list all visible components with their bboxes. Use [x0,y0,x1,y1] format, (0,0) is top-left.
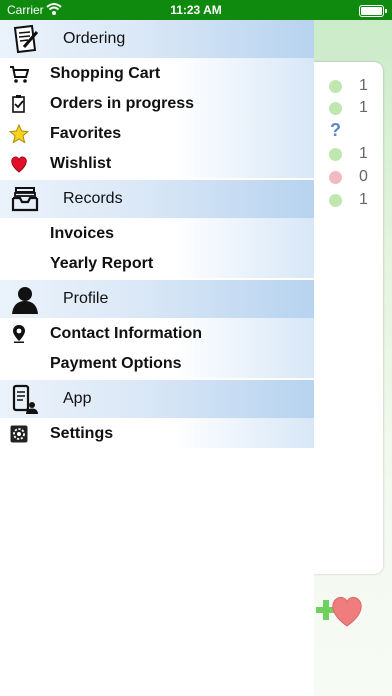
row-value: 1 [359,77,368,94]
background-row: 1 [327,77,377,95]
row-value: 0 [359,168,368,185]
add-to-wishlist-icon[interactable] [314,590,366,630]
location-pin-icon [9,324,29,344]
document-pen-icon [10,24,40,54]
status-dot-green [329,80,342,93]
menu-item-label: Contact Information [50,325,202,342]
phone-person-icon [10,384,40,414]
menu-item-label: Payment Options [50,355,182,372]
clipboard-check-icon [9,94,29,114]
star-icon [8,123,30,144]
menu-item-wishlist[interactable]: Wishlist [0,148,314,178]
section-label: App [63,390,92,407]
person-icon [10,284,40,314]
row-value: 1 [359,145,368,162]
menu-item-label: Yearly Report [50,255,154,272]
menu-item-label: Invoices [50,225,115,242]
menu-item-label: Shopping Cart [50,65,161,82]
battery-icon [359,5,387,17]
menu-item-favorites[interactable]: Favorites [0,118,314,148]
menu-item-orders-in-progress[interactable]: Orders in progress [0,88,314,118]
question-icon: ? [330,120,341,140]
cart-icon [9,64,30,84]
status-dot-green [329,148,342,161]
menu-item-settings[interactable]: Settings [0,418,314,448]
menu-item-contact-information[interactable]: Contact Information [0,318,314,348]
section-ordering: Ordering [0,20,314,58]
status-dot-red [329,171,342,184]
background-row: ? [327,120,377,140]
inbox-tray-icon [10,184,40,214]
gear-icon [9,424,29,444]
menu-item-label: Orders in progress [50,95,195,112]
menu-item-label: Settings [50,425,114,442]
section-label: Ordering [63,30,126,47]
section-app: App [0,380,314,418]
status-bar: Carrier 11:23 AM [0,0,392,20]
row-value: 1 [359,99,368,116]
menu-item-shopping-cart[interactable]: Shopping Cart [0,58,314,88]
side-menu: Ordering Shopping Cart Orders in progres… [0,20,314,696]
clock: 11:23 AM [170,3,222,17]
status-dot-green [329,102,342,115]
section-profile: Profile [0,280,314,318]
menu-item-payment-options[interactable]: Payment Options [0,348,314,378]
menu-item-yearly-report[interactable]: Yearly Report [0,248,314,278]
background-row: 1 [327,191,377,209]
section-label: Profile [63,290,109,307]
background-row: 1 [327,145,377,163]
heart-icon [9,154,29,174]
status-dot-green [329,194,342,207]
section-label: Records [63,190,123,207]
menu-item-label: Wishlist [50,155,112,172]
background-row: 1 [327,99,377,117]
background-row: 0 [327,168,377,186]
section-records: Records [0,180,314,218]
menu-item-invoices[interactable]: Invoices [0,218,314,248]
menu-item-label: Favorites [50,125,122,142]
row-value: 1 [359,191,368,208]
